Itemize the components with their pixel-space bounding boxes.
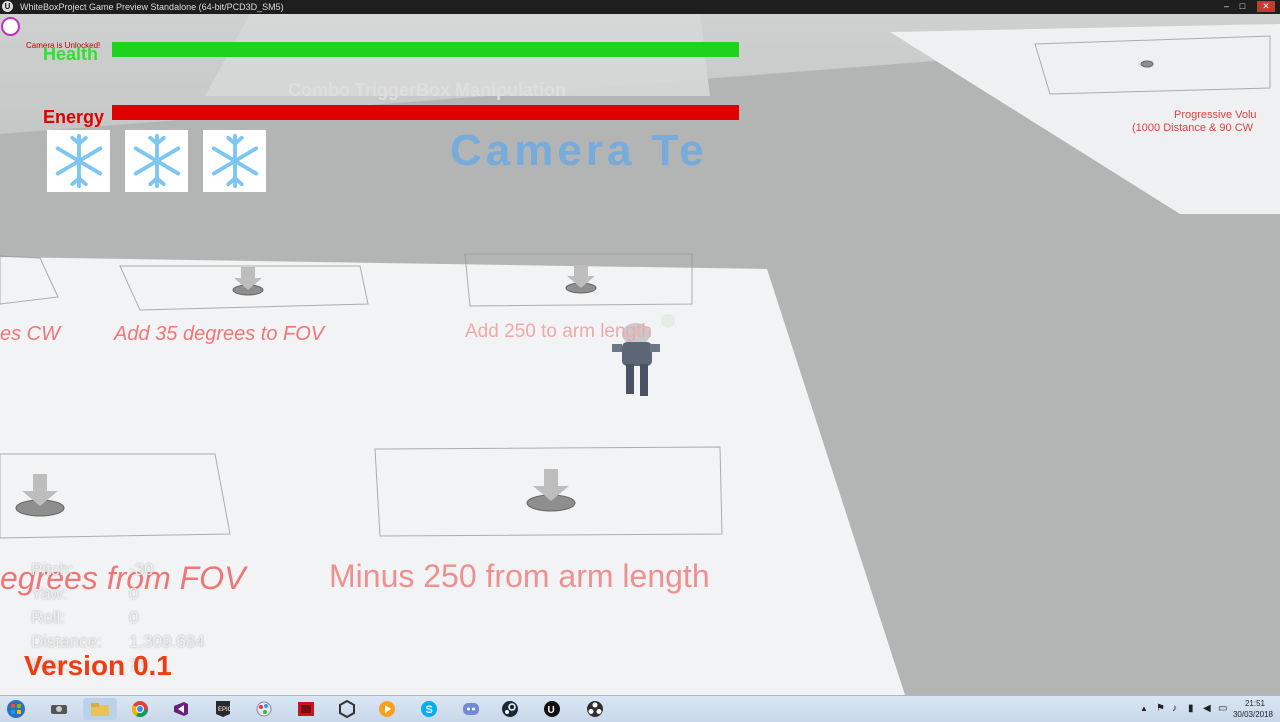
distance-value: 1,309.684 — [129, 632, 205, 651]
ability-slot-1 — [47, 130, 110, 192]
power-icon[interactable]: ▮ — [1188, 703, 1194, 714]
snowflake-icon — [55, 133, 102, 189]
discord-icon[interactable] — [454, 698, 488, 720]
svg-text:U: U — [548, 705, 555, 716]
unreal-logo-icon: U — [2, 1, 13, 12]
window-title: WhiteBoxProject Game Preview Standalone … — [20, 2, 284, 12]
ability-slot-3 — [203, 130, 266, 192]
unreal-icon[interactable]: U — [535, 698, 569, 720]
speaker-icon[interactable]: ◀ — [1203, 703, 1211, 714]
obs-icon[interactable] — [578, 698, 612, 720]
progressive-volume-line1: Progressive Volu — [1174, 109, 1257, 121]
close-button[interactable]: ✕ — [1257, 1, 1275, 12]
snowflake-icon — [133, 133, 180, 189]
pitch-value: -30 — [129, 560, 154, 579]
steam-icon[interactable] — [493, 698, 527, 720]
flag-icon[interactable]: ⚑ — [1156, 703, 1165, 714]
label-add-arm: Add 250 to arm length — [465, 321, 652, 342]
label-cw: es CW — [0, 323, 60, 345]
snowflake-icon — [211, 133, 258, 189]
tray-date[interactable]: 30/03/2018 — [1230, 710, 1276, 719]
roll-value: 0 — [129, 608, 139, 627]
minimize-button[interactable]: – — [1221, 1, 1232, 12]
cursor-ring-icon — [1, 17, 20, 36]
red-app-icon[interactable] — [289, 698, 323, 720]
progressive-volume-line2: (1000 Distance & 90 CW — [1132, 122, 1254, 134]
energy-label: Energy — [43, 107, 105, 127]
energy-bar-fill — [112, 105, 739, 120]
yaw-label: Yaw: — [31, 584, 68, 603]
tray-expand-icon[interactable]: ▲ — [1140, 704, 1148, 713]
distance-label: Distance: — [31, 632, 102, 651]
svg-text:EPIC: EPIC — [218, 707, 231, 713]
paint-icon[interactable] — [247, 698, 281, 720]
windows-start-icon[interactable] — [2, 698, 30, 720]
camera-test-text: Camera Te — [450, 126, 708, 175]
window-titlebar: U WhiteBoxProject Game Preview Standalon… — [0, 0, 1280, 14]
display-icon[interactable]: ▭ — [1218, 703, 1227, 714]
network-icon[interactable] — [42, 698, 76, 720]
label-add-fov: Add 35 degrees to FOV — [114, 323, 325, 345]
health-bar — [112, 42, 739, 57]
svg-text:S: S — [426, 704, 433, 716]
volume-icon[interactable]: ♪ — [1172, 703, 1177, 714]
unity-icon[interactable] — [330, 698, 364, 720]
yaw-value: 0 — [129, 584, 139, 603]
energy-bar — [112, 105, 739, 120]
health-label: Health — [43, 44, 99, 64]
maximize-button[interactable]: □ — [1237, 1, 1248, 12]
pitch-label: Pitch: — [31, 560, 74, 579]
epic-games-icon[interactable]: EPIC — [206, 698, 240, 720]
folder-icon[interactable] — [83, 698, 117, 720]
banner-top-text: Combo TriggerBox Manipulation — [288, 80, 566, 100]
taskbar: EPIC S U ▲ ⚑ ♪ ▮ ◀ ▭ 21:51 30/03/2018 — [0, 695, 1280, 722]
chrome-icon[interactable] — [123, 698, 157, 720]
label-minus-arm: Minus 250 from arm length — [329, 558, 710, 594]
skype-icon[interactable]: S — [412, 698, 446, 720]
visual-studio-icon[interactable] — [164, 698, 198, 720]
version-label: Version 0.1 — [24, 650, 172, 681]
health-bar-fill — [112, 42, 739, 57]
media-player-icon[interactable] — [370, 698, 404, 720]
ability-slot-2 — [125, 130, 188, 192]
roll-label: Roll: — [31, 608, 66, 627]
tray-time[interactable]: 21:51 — [1235, 699, 1275, 708]
